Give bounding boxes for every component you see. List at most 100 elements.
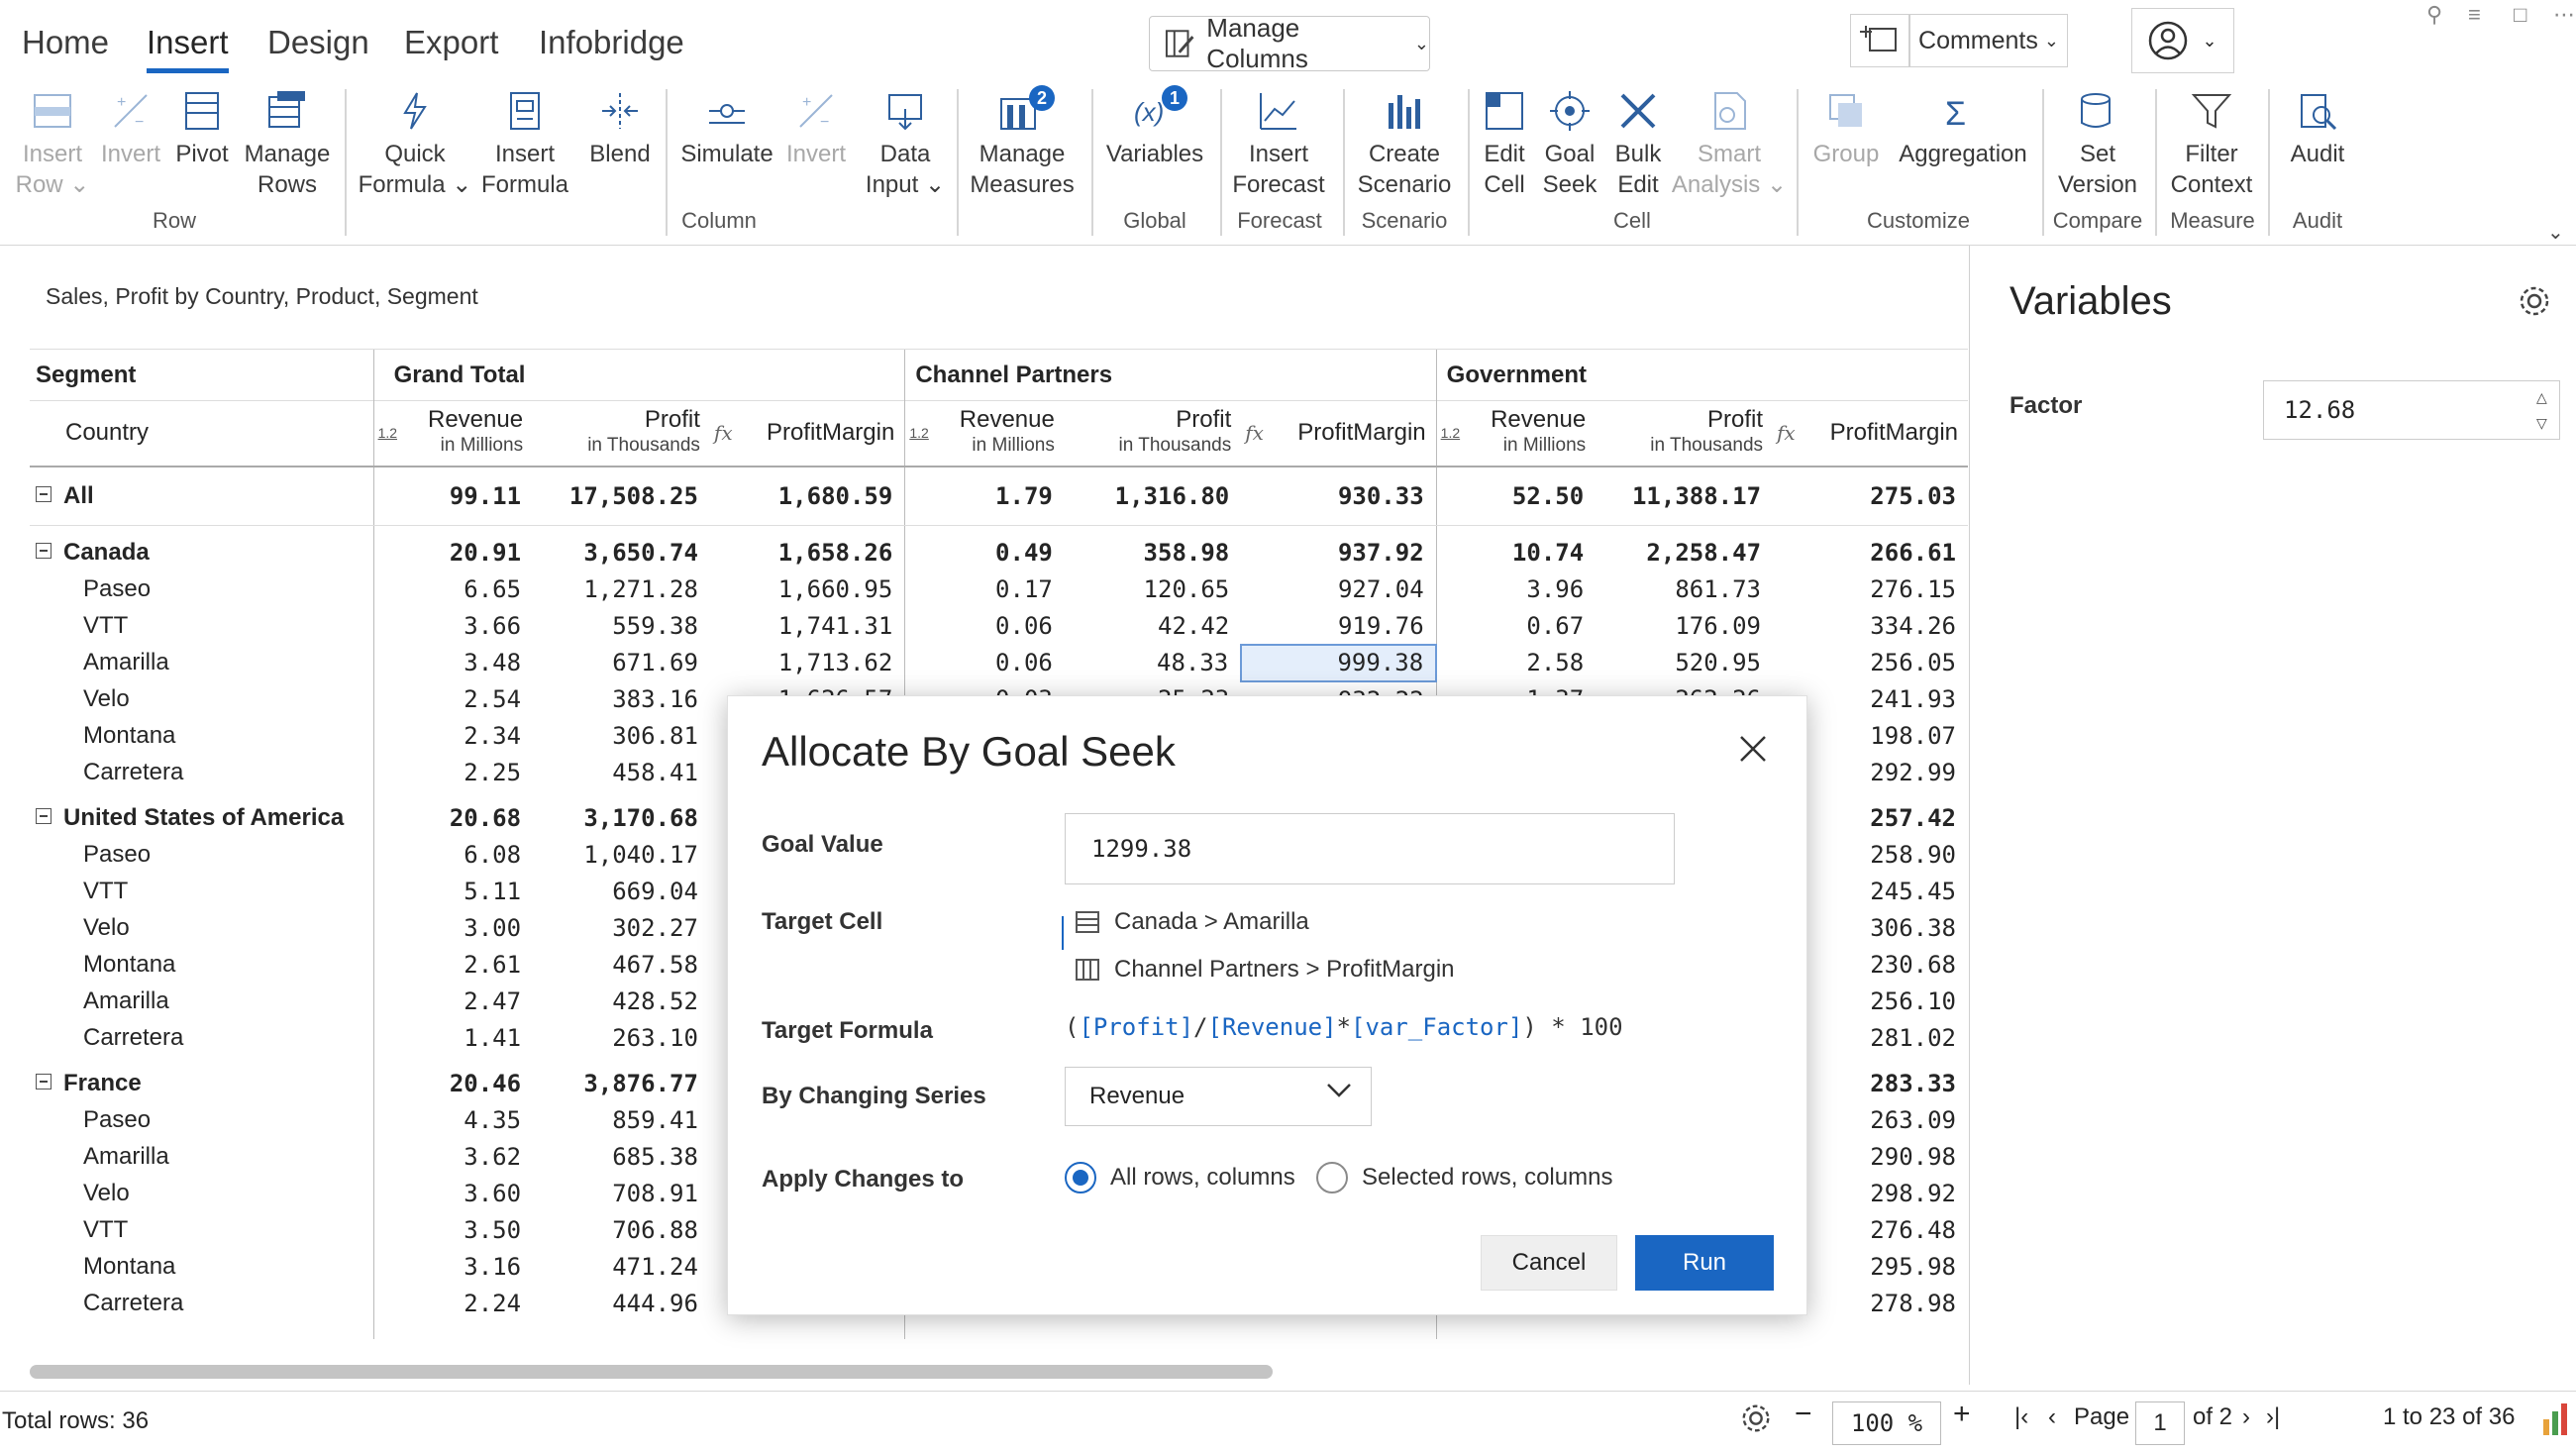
data-cell[interactable]: 669.04 bbox=[533, 874, 710, 910]
more-icon[interactable]: ⋯ bbox=[2553, 2, 2575, 28]
filter-lines-icon[interactable]: ≡ bbox=[2468, 2, 2481, 28]
data-cell[interactable]: 0.06 bbox=[904, 644, 1065, 681]
data-cell[interactable]: 11.45 bbox=[1435, 1321, 1597, 1339]
manage-measures-button[interactable]: 2 Manage Measures bbox=[967, 83, 1078, 200]
create-scenario-button[interactable]: Create Scenario bbox=[1353, 83, 1456, 200]
zoom-out-button[interactable]: − bbox=[1795, 1398, 1812, 1431]
data-cell[interactable]: 2.47 bbox=[372, 983, 534, 1020]
chevron-down-icon[interactable] bbox=[1326, 1083, 1352, 1103]
data-cell[interactable]: 859.41 bbox=[533, 1102, 710, 1139]
data-cell[interactable]: 1,271.28 bbox=[533, 571, 710, 608]
column-header-profitmargin[interactable]: fx ProfitMargin bbox=[1773, 400, 1968, 467]
zoom-in-button[interactable]: + bbox=[1953, 1398, 1971, 1431]
data-cell[interactable]: 1.41 bbox=[372, 1019, 534, 1057]
data-cell[interactable]: 358.98 bbox=[1065, 526, 1241, 571]
data-cell[interactable]: 1,713.62 bbox=[710, 645, 905, 681]
settings-gear-icon[interactable] bbox=[1739, 1401, 1773, 1442]
tab-insert[interactable]: Insert bbox=[147, 24, 229, 73]
data-cell[interactable]: 1,658.26 bbox=[710, 526, 905, 571]
data-cell[interactable]: 0.17 bbox=[904, 571, 1065, 608]
data-cell[interactable]: 0.06 bbox=[904, 607, 1065, 645]
user-menu-button[interactable]: ⌄ bbox=[2131, 8, 2234, 73]
column-header-revenue[interactable]: 1.2 Revenue in Millions bbox=[1435, 400, 1597, 467]
factor-stepper[interactable]: △ ▽ bbox=[2536, 384, 2547, 436]
column-header-profitmargin[interactable]: fx ProfitMargin bbox=[1241, 400, 1437, 467]
data-cell[interactable]: 937.92 bbox=[1241, 526, 1436, 571]
manage-rows-button[interactable]: Manage Rows bbox=[242, 83, 333, 200]
collapse-ribbon-icon[interactable]: ⌄ bbox=[2547, 220, 2564, 245]
insert-row-button[interactable]: Insert Row ⌄ bbox=[16, 83, 89, 200]
data-cell[interactable]: 0.34 bbox=[904, 1321, 1065, 1339]
data-cell[interactable]: 919.76 bbox=[1241, 608, 1436, 645]
data-cell[interactable]: 3.66 bbox=[372, 607, 534, 645]
data-cell[interactable]: 520.95 bbox=[1596, 645, 1773, 681]
data-cell[interactable]: 3,781.86 bbox=[533, 1322, 710, 1340]
data-cell[interactable]: 3.48 bbox=[372, 644, 534, 681]
column-header-profit[interactable]: Profit in Thousands bbox=[533, 400, 710, 467]
data-cell[interactable]: 3.00 bbox=[372, 909, 534, 947]
insert-formula-button[interactable]: Insert Formula bbox=[477, 83, 572, 200]
audit-button[interactable]: Audit bbox=[2278, 83, 2357, 169]
selected-cell[interactable]: 999.38 bbox=[1240, 643, 1438, 682]
data-cell[interactable]: 276.15 bbox=[1773, 571, 1968, 608]
data-cell[interactable]: 1,680.59 bbox=[709, 466, 905, 526]
next-page-icon[interactable]: › bbox=[2242, 1403, 2250, 1431]
data-cell[interactable]: 861.73 bbox=[1596, 571, 1773, 608]
goal-value-input[interactable]: 1299.38 bbox=[1065, 813, 1675, 884]
data-cell[interactable]: 20.91 bbox=[372, 525, 534, 571]
data-cell[interactable]: 20.68 bbox=[372, 790, 534, 837]
data-cell[interactable]: 2.24 bbox=[372, 1285, 534, 1322]
data-cell[interactable]: 2.25 bbox=[372, 754, 534, 791]
data-cell[interactable]: 2.61 bbox=[372, 946, 534, 984]
radio-selected-icon[interactable] bbox=[1065, 1162, 1096, 1194]
previous-page-icon[interactable]: ‹ bbox=[2048, 1403, 2056, 1431]
data-cell[interactable]: 99.11 bbox=[372, 466, 534, 526]
add-comment-button[interactable] bbox=[1850, 14, 1909, 67]
data-cell[interactable]: 471.24 bbox=[533, 1249, 710, 1286]
data-cell[interactable]: 120.65 bbox=[1065, 571, 1241, 608]
data-cell[interactable]: 1,741.31 bbox=[710, 608, 905, 645]
data-cell[interactable]: 2,677.18 bbox=[1596, 1322, 1773, 1340]
data-cell[interactable]: 383.16 bbox=[533, 681, 710, 718]
collapse-icon[interactable] bbox=[36, 1074, 52, 1090]
data-input-button[interactable]: Data Input ⌄ bbox=[864, 83, 947, 200]
edit-cell-button[interactable]: Edit Cell bbox=[1478, 83, 1531, 200]
horizontal-scrollbar[interactable] bbox=[30, 1365, 1273, 1379]
data-cell[interactable]: 0.49 bbox=[904, 525, 1065, 571]
data-cell[interactable]: 1,316.80 bbox=[1064, 466, 1242, 526]
column-header-profitmargin[interactable]: fx ProfitMargin bbox=[709, 400, 905, 467]
page-number-input[interactable]: 1 bbox=[2135, 1401, 2185, 1445]
data-cell[interactable]: 1.79 bbox=[904, 466, 1065, 526]
data-cell[interactable]: 19.42 bbox=[372, 1321, 534, 1339]
data-cell[interactable]: 11,388.17 bbox=[1596, 466, 1774, 526]
data-cell[interactable]: 3,170.68 bbox=[533, 791, 710, 837]
radio-unselected-icon[interactable] bbox=[1316, 1162, 1348, 1194]
data-cell[interactable]: 1,660.95 bbox=[710, 571, 905, 608]
close-icon[interactable] bbox=[1738, 734, 1768, 769]
manage-columns-button[interactable]: Manage Columns ⌄ bbox=[1149, 13, 1430, 73]
quick-formula-button[interactable]: Quick Formula ⌄ bbox=[357, 83, 473, 200]
data-cell[interactable]: 2.58 bbox=[1435, 644, 1597, 681]
smart-analysis-button[interactable]: Smart Analysis ⌄ bbox=[1672, 83, 1787, 200]
data-cell[interactable]: 0.67 bbox=[1435, 607, 1597, 645]
data-cell[interactable]: 3.62 bbox=[372, 1138, 534, 1176]
radio-selected-rows-columns[interactable]: Selected rows, columns bbox=[1316, 1162, 1612, 1194]
data-cell[interactable]: 247.36 bbox=[1065, 1322, 1241, 1340]
group-button[interactable]: Group bbox=[1808, 83, 1884, 169]
collapse-icon[interactable] bbox=[36, 808, 52, 825]
column-header-revenue[interactable]: 1.2 Revenue in Millions bbox=[904, 400, 1065, 467]
data-cell[interactable]: 52.50 bbox=[1435, 466, 1597, 526]
data-cell[interactable]: 3.50 bbox=[372, 1211, 534, 1249]
data-cell[interactable]: 685.38 bbox=[533, 1139, 710, 1176]
insert-forecast-button[interactable]: Insert Forecast bbox=[1230, 83, 1327, 200]
data-cell[interactable]: 20.46 bbox=[372, 1056, 534, 1102]
data-cell[interactable]: 3.96 bbox=[1435, 571, 1597, 608]
data-cell[interactable]: 458.41 bbox=[533, 755, 710, 791]
data-cell[interactable]: 2.34 bbox=[372, 717, 534, 755]
data-cell[interactable]: 1,040.17 bbox=[533, 837, 710, 874]
run-button[interactable]: Run bbox=[1635, 1235, 1774, 1291]
data-cell[interactable]: 2.54 bbox=[372, 680, 534, 718]
data-cell[interactable]: 17,508.25 bbox=[533, 466, 710, 526]
data-cell[interactable]: 42.42 bbox=[1065, 608, 1241, 645]
variables-button[interactable]: (x) 1 Variables bbox=[1103, 83, 1206, 169]
